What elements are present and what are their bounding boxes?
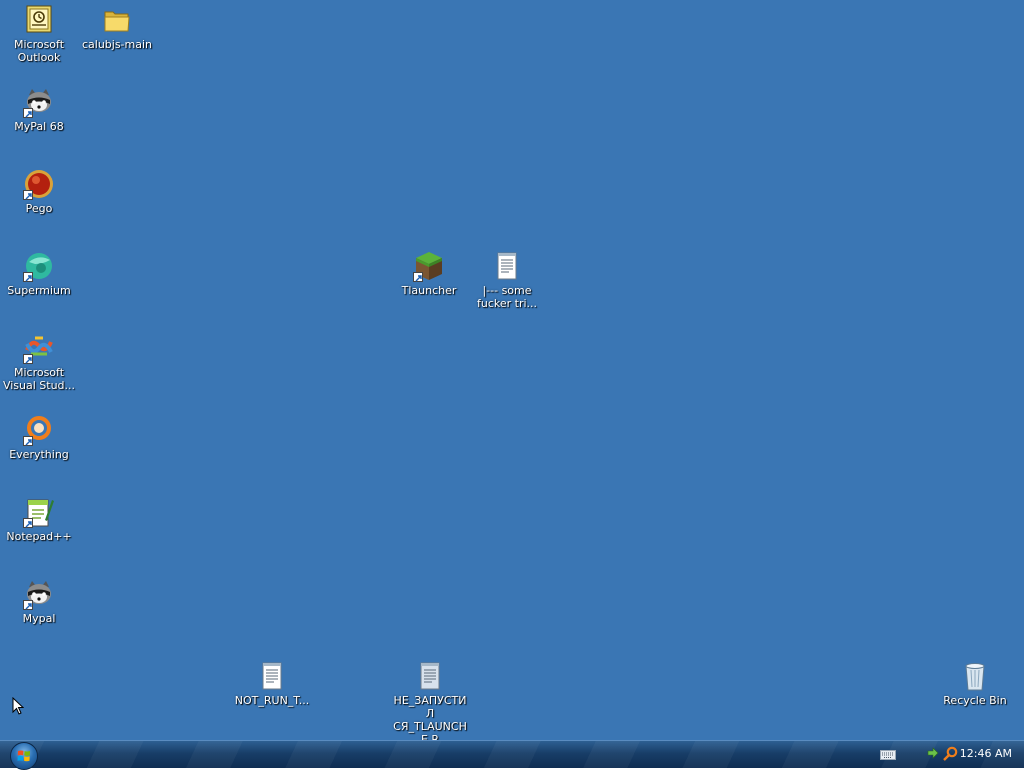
taskbar: 12:46 AM [0, 740, 1024, 770]
desktop-icon-everything[interactable]: Everything [1, 414, 77, 461]
shortcut-arrow-icon [23, 436, 33, 446]
desktop-icon-label: Tlauncher [401, 284, 457, 297]
taskbar-clock[interactable]: 12:46 AM [960, 747, 1012, 760]
text-file-icon [256, 660, 288, 692]
system-tray: 12:46 AM [874, 741, 1024, 768]
desktop-icon-microsoft-visual-studio[interactable]: Microsoft Visual Stud... [1, 332, 77, 392]
desktop-icon-label: MyPal 68 [14, 120, 64, 133]
search-icon[interactable] [942, 746, 958, 762]
desktop-icon-label: Microsoft Visual Stud... [2, 366, 76, 392]
desktop-icon-microsoft-outlook[interactable]: Microsoft Outlook [1, 4, 77, 64]
shortcut-arrow-icon [23, 354, 33, 364]
desktop-icon-mypal[interactable]: Mypal [1, 578, 77, 625]
outlook-icon [23, 4, 55, 36]
keyboard-icon[interactable] [880, 750, 896, 760]
desktop-icon-pego[interactable]: Pego [1, 168, 77, 215]
desktop-icon-tlauncher[interactable]: Tlauncher [391, 250, 467, 297]
desktop-icon-mypal-68[interactable]: MyPal 68 [1, 86, 77, 133]
desktop-icon-notepadpp[interactable]: Notepad++ [1, 496, 77, 543]
supermium-icon [23, 250, 55, 282]
start-button[interactable] [10, 742, 38, 770]
desktop[interactable]: Microsoft Outlook calubjs-main MyPal 68 … [0, 0, 1024, 746]
pego-icon [23, 168, 55, 200]
desktop-icon-label: Mypal [22, 612, 56, 625]
desktop-icon-label: |--- some fucker tri... [476, 284, 538, 310]
network-icon[interactable] [926, 747, 940, 761]
desktop-icon-label: Microsoft Outlook [13, 38, 65, 64]
desktop-icon-label: Supermium [7, 284, 71, 297]
desktop-icon-calubjs-main[interactable]: calubjs-main [79, 4, 155, 51]
desktop-icon-label: calubjs-main [81, 38, 153, 51]
desktop-icon-label: НЕ_ЗАПУСТИЛ СЯ_TLAUNCHE R [393, 694, 467, 746]
desktop-icon-label: Recycle Bin [943, 694, 1007, 707]
desktop-icon-supermium[interactable]: Supermium [1, 250, 77, 297]
everything-icon [23, 414, 55, 446]
visual-studio-icon [23, 332, 55, 364]
shortcut-arrow-icon [23, 108, 33, 118]
folder-icon [101, 4, 133, 36]
desktop-icon-label: NOT_RUN_T... [234, 694, 310, 707]
raccoon-icon [23, 578, 55, 610]
raccoon-icon [23, 86, 55, 118]
recycle-bin-icon [959, 660, 991, 692]
desktop-icon-ne-zapustilsya[interactable]: НЕ_ЗАПУСТИЛ СЯ_TLAUNCHE R [391, 660, 469, 746]
shortcut-arrow-icon [23, 190, 33, 200]
desktop-icon-label: Notepad++ [6, 530, 72, 543]
shortcut-arrow-icon [23, 600, 33, 610]
mouse-cursor-icon [12, 697, 24, 715]
shortcut-arrow-icon [23, 518, 33, 528]
text-file-icon [414, 660, 446, 692]
windows-logo-icon [17, 750, 30, 762]
desktop-icon-text-file-some[interactable]: |--- some fucker tri... [469, 250, 545, 310]
shortcut-arrow-icon [413, 272, 423, 282]
desktop-icon-not-run[interactable]: NOT_RUN_T... [234, 660, 310, 707]
text-file-icon [491, 250, 523, 282]
shortcut-arrow-icon [23, 272, 33, 282]
minecraft-block-icon [413, 250, 445, 282]
desktop-icon-label: Everything [9, 448, 69, 461]
desktop-icon-recycle-bin[interactable]: Recycle Bin [937, 660, 1013, 707]
notepadpp-icon [23, 496, 55, 528]
desktop-icon-label: Pego [25, 202, 53, 215]
